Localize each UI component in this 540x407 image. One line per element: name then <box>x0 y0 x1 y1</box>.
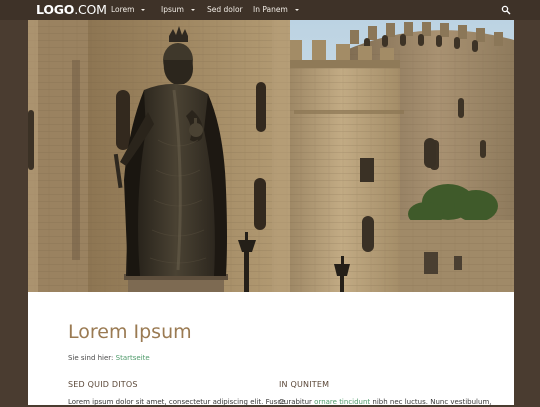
nav-item-sed-dolor[interactable]: Sed dolor <box>207 0 253 20</box>
nav-item-label: Sed dolor <box>207 5 243 14</box>
castle-statue-illustration <box>28 20 514 292</box>
search-icon[interactable] <box>501 5 511 15</box>
page-title: Lorem Ipsum <box>68 321 192 343</box>
nav-item-label: Lorem <box>111 5 135 14</box>
logo-bold-text: LOGO <box>36 2 75 17</box>
breadcrumb-prefix: Sie sind hier: <box>68 354 116 362</box>
chevron-down-icon <box>294 9 299 11</box>
logo-thin-text: .COM <box>74 2 107 17</box>
nav-item-lorem[interactable]: Lorem <box>111 0 161 20</box>
breadcrumb-link-startseite[interactable]: Startseite <box>116 354 150 362</box>
nav-item-in-panem[interactable]: In Panem <box>253 0 313 20</box>
column-title-left: SED QUID DITOS <box>68 380 138 389</box>
column-text-right: Curabitur ornare tincidunt nibh nec luct… <box>279 397 491 407</box>
hero-image <box>28 20 514 292</box>
nav-item-ipsum[interactable]: Ipsum <box>161 0 207 20</box>
chevron-down-icon <box>141 9 146 11</box>
nav-item-label: In Panem <box>253 5 288 14</box>
site-logo[interactable]: LOGO.COM <box>36 3 107 17</box>
main-nav: Lorem Ipsum Sed dolor In Panem <box>111 0 313 20</box>
chevron-down-icon <box>190 9 195 11</box>
nav-item-label: Ipsum <box>161 5 184 14</box>
content-card: Lorem Ipsum Sie sind hier: Startseite SE… <box>28 292 514 407</box>
column-title-right: IN QUNITEM <box>279 380 330 389</box>
breadcrumb: Sie sind hier: Startseite <box>68 353 150 363</box>
top-navigation-bar: LOGO.COM Lorem Ipsum Sed dolor In Panem <box>0 0 540 20</box>
column-text-left: Lorem ipsum dolor sit amet, consectetur … <box>68 398 286 406</box>
